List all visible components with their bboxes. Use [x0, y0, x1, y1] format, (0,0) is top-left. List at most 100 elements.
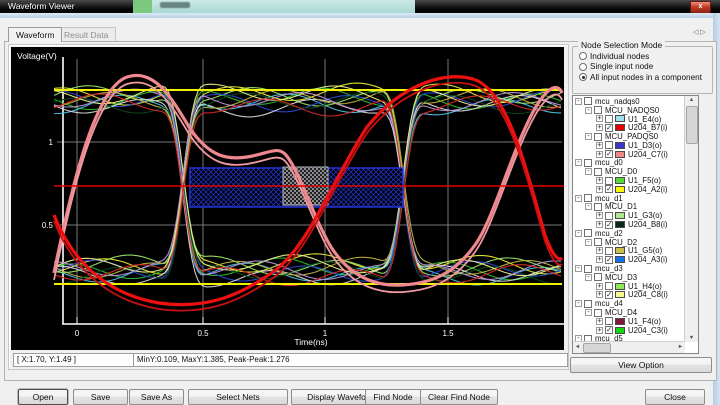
radio-icon[interactable] [579, 63, 587, 71]
node-checkbox[interactable] [605, 177, 613, 185]
node-label[interactable]: mcu_d0 [595, 158, 623, 167]
node-checkbox[interactable] [594, 203, 602, 211]
tree-item-u1-f5-o[interactable]: +U1_F5(o) [573, 176, 685, 185]
tree-item-mcu-padqs0[interactable]: -MCU_PADQS0 [573, 132, 685, 141]
expand-icon[interactable]: + [596, 256, 603, 263]
node-label[interactable]: MCU_D0 [605, 167, 637, 176]
waveform-plot[interactable]: Voltage(V)Time(ns)00.511.510.5 [11, 47, 564, 350]
node-checkbox[interactable] [594, 133, 602, 141]
node-checkbox[interactable] [594, 106, 602, 114]
collapse-icon[interactable]: - [575, 159, 582, 166]
tree-item-mcu-d4[interactable]: -MCU_D4 [573, 308, 685, 317]
node-label[interactable]: mcu_d4 [595, 299, 623, 308]
vertical-scroll-thumb[interactable] [686, 106, 698, 144]
scroll-right-icon[interactable]: ► [676, 344, 685, 350]
collapse-icon[interactable]: - [585, 274, 592, 281]
close-button[interactable]: Close [645, 389, 705, 405]
tree-item-u204-b7-i[interactable]: +✓U204_B7(i) [573, 123, 685, 132]
expand-icon[interactable]: + [596, 212, 603, 219]
node-checkbox[interactable]: ✓ [605, 150, 613, 158]
expand-icon[interactable]: + [596, 151, 603, 158]
node-checkbox[interactable] [605, 282, 613, 290]
radio-icon[interactable] [579, 52, 587, 60]
tree-item-u204-c3-i[interactable]: +✓U204_C3(i) [573, 326, 685, 335]
node-label[interactable]: U1_G5(o) [628, 246, 662, 255]
tree-item-mcu-d0[interactable]: - mcu_d0 [573, 159, 685, 168]
tab-result-data[interactable]: Result Data [57, 27, 116, 42]
collapse-icon[interactable]: - [575, 230, 582, 237]
save-as-button[interactable]: Save As [129, 389, 184, 405]
node-label[interactable]: U204_A3(i) [628, 255, 667, 264]
node-label[interactable]: U204_B8(i) [628, 220, 667, 229]
radio-option-individual-nodes[interactable]: Individual nodes [579, 51, 649, 61]
expand-icon[interactable]: + [596, 124, 603, 131]
tree-vertical-scrollbar[interactable]: ▲ ▼ [684, 96, 698, 342]
open-button[interactable]: Open [18, 389, 68, 405]
tree-item-mcu-nadqs0[interactable]: -MCU_NADQS0 [573, 106, 685, 115]
node-checkbox[interactable] [605, 212, 613, 220]
expand-icon[interactable]: + [596, 177, 603, 184]
find-node-button[interactable]: Find Node [365, 389, 421, 405]
expand-icon[interactable]: + [596, 247, 603, 254]
node-checkbox[interactable]: ✓ [605, 124, 613, 132]
node-checkbox[interactable] [594, 309, 602, 317]
scroll-down-icon[interactable]: ▼ [685, 335, 698, 341]
node-checkbox[interactable]: ✓ [605, 256, 613, 264]
node-label[interactable]: U1_H4(o) [628, 282, 662, 291]
node-label[interactable]: mcu_d3 [595, 264, 623, 273]
expand-icon[interactable]: + [596, 283, 603, 290]
tree-item-u1-h4-o[interactable]: + U1_H4(o) [573, 282, 685, 291]
node-label[interactable]: MCU_D2 [605, 238, 637, 247]
tree-item-mcu-nadqs0[interactable]: -mcu_nadqs0 [573, 97, 685, 106]
tree-horizontal-scrollbar[interactable]: ◄ ► [573, 341, 685, 353]
node-label[interactable]: MCU_D3 [605, 273, 637, 282]
node-checkbox[interactable] [584, 194, 592, 202]
tree-item-mcu-d1[interactable]: - MCU_D1 [573, 203, 685, 212]
collapse-icon[interactable]: - [585, 107, 592, 114]
node-label[interactable]: mcu_d2 [595, 229, 623, 238]
node-checkbox[interactable] [605, 115, 613, 123]
expand-icon[interactable]: + [596, 318, 603, 325]
node-label[interactable]: U204_C3(i) [628, 326, 668, 335]
node-checkbox[interactable]: ✓ [605, 221, 613, 229]
expand-icon[interactable]: + [596, 327, 603, 334]
node-label[interactable]: U1_G3(o) [628, 211, 662, 220]
scroll-left-icon[interactable]: ◄ [573, 344, 582, 350]
node-label[interactable]: U1_D3(o) [628, 141, 662, 150]
collapse-icon[interactable]: - [575, 265, 582, 272]
select-nets-button[interactable]: Select Nets [188, 389, 288, 405]
node-label[interactable]: U204_C7(i) [628, 150, 668, 159]
save-button[interactable]: Save [73, 389, 128, 405]
collapse-icon[interactable]: - [585, 203, 592, 210]
collapse-icon[interactable]: - [575, 195, 582, 202]
radio-icon[interactable] [579, 73, 587, 81]
node-label[interactable]: MCU_PADQS0 [605, 132, 658, 141]
node-label[interactable]: U204_C8(i) [628, 290, 668, 299]
tree-item-mcu-d3[interactable]: - MCU_D3 [573, 273, 685, 282]
node-checkbox[interactable] [584, 159, 592, 167]
view-option-button[interactable]: View Option [570, 357, 712, 373]
expand-icon[interactable]: + [596, 291, 603, 298]
expand-icon[interactable]: + [596, 115, 603, 122]
tab-waveform[interactable]: Waveform [8, 27, 62, 42]
tree-item-mcu-d2[interactable]: - MCU_D2 [573, 238, 685, 247]
node-label[interactable]: U204_A2(i) [628, 185, 667, 194]
tree-item-u204-a3-i[interactable]: +✓ U204_A3(i) [573, 255, 685, 264]
tree-item-u1-g3-o[interactable]: + U1_G3(o) [573, 211, 685, 220]
node-checkbox[interactable] [594, 168, 602, 176]
expand-icon[interactable]: + [596, 221, 603, 228]
node-label[interactable]: mcu_nadqs0 [595, 97, 640, 106]
tree-item-mcu-d1[interactable]: - mcu_d1 [573, 194, 685, 203]
node-label[interactable]: MCU_D1 [605, 202, 637, 211]
collapse-icon[interactable]: - [585, 239, 592, 246]
node-checkbox[interactable] [584, 300, 592, 308]
tree-item-u204-c7-i[interactable]: +✓ U204_C7(i) [573, 150, 685, 159]
node-label[interactable]: mcu_d1 [595, 194, 623, 203]
node-checkbox[interactable] [605, 317, 613, 325]
clear-find-node-button[interactable]: Clear Find Node [420, 389, 498, 405]
node-checkbox[interactable] [605, 141, 613, 149]
node-label[interactable]: MCU_D4 [605, 308, 637, 317]
expand-icon[interactable]: + [596, 186, 603, 193]
tree-item-u1-d3-o[interactable]: +U1_D3(o) [573, 141, 685, 150]
node-checkbox[interactable] [584, 265, 592, 273]
